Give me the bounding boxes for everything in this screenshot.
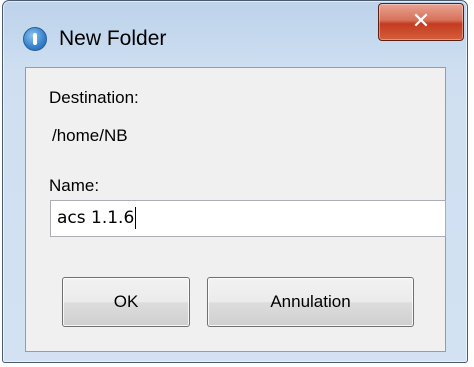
dialog-window: New Folder ✕ Destination: /home/NB Name:… bbox=[2, 0, 468, 363]
window-title: New Folder bbox=[59, 27, 167, 50]
text-caret bbox=[135, 207, 137, 229]
ok-button[interactable]: OK bbox=[62, 277, 190, 327]
title-bar[interactable]: New Folder ✕ bbox=[3, 1, 467, 69]
name-label: Name: bbox=[49, 176, 100, 195]
close-icon: ✕ bbox=[411, 9, 431, 34]
dialog-content: Destination: /home/NB Name: acs 1.1.6 OK… bbox=[25, 67, 446, 352]
name-input-value: acs 1.1.6 bbox=[57, 208, 135, 228]
destination-label: Destination: bbox=[49, 88, 139, 107]
cancel-button[interactable]: Annulation bbox=[207, 277, 414, 327]
name-input[interactable]: acs 1.1.6 bbox=[50, 200, 446, 237]
destination-path: /home/NB bbox=[52, 126, 128, 145]
info-app-icon bbox=[23, 27, 47, 51]
close-button[interactable]: ✕ bbox=[378, 3, 464, 41]
